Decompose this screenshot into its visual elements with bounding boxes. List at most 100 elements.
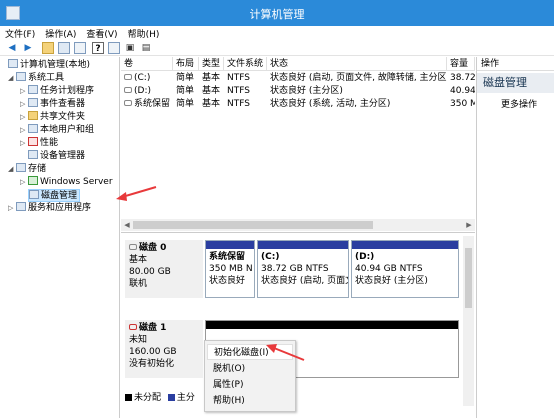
column-header-type[interactable]: 类型: [199, 57, 224, 71]
menu-help[interactable]: 帮助(H): [123, 26, 165, 40]
navigation-tree: 计算机管理(本地) ◢ 系统工具 ▷ 任务计划程序 ▷ 事件查看器 ▷ 共享文件夹 ▷ 本…: [6, 57, 120, 418]
partition-c[interactable]: (C:) 38.72 GB NTFS 状态良好 (启动, 页面文: [257, 240, 349, 298]
tree-item-windows-server-backup[interactable]: ▷ Windows Server: [20, 176, 113, 189]
vertical-scrollbar[interactable]: [463, 236, 474, 406]
refresh-icon[interactable]: [108, 42, 120, 54]
back-icon[interactable]: ◀: [6, 42, 18, 54]
tree-item-event-viewer[interactable]: ▷ 事件查看器: [20, 98, 85, 111]
unallocated-bar: [206, 321, 458, 329]
actions-header: 操作: [477, 57, 554, 71]
disk0-label[interactable]: 磁盘 0 基本 80.00 GB 联机: [125, 240, 203, 298]
expand-right-icon[interactable]: ▷: [20, 176, 28, 189]
annotation-arrow-icon: [116, 186, 157, 201]
menu-action[interactable]: 操作(A): [40, 26, 81, 40]
scroll-left-icon[interactable]: ◀: [121, 219, 133, 231]
column-header-volume[interactable]: 卷: [121, 57, 173, 71]
expand-right-icon[interactable]: ▷: [20, 111, 28, 124]
expand-down-icon[interactable]: ◢: [8, 72, 16, 85]
tree-item-performance[interactable]: ▷ 性能: [20, 137, 58, 150]
partition-system-reserved[interactable]: 系统保留 350 MB N 状态良好: [205, 240, 255, 298]
disk0-status: 联机: [129, 279, 148, 289]
computer-icon: [8, 59, 18, 68]
volume-list: 卷 布局 类型 文件系统 状态 容量 (C:) 简单 基本 NTFS 状态良好 …: [121, 57, 475, 233]
details-icon[interactable]: ▤: [140, 42, 152, 54]
tools-icon: [16, 72, 26, 81]
clock-icon: [28, 85, 38, 94]
export-icon[interactable]: ▣: [124, 42, 136, 54]
storage-icon: [16, 163, 26, 172]
backup-icon: [28, 176, 38, 185]
toolbar: ◀ ▶ ? ▣ ▤: [0, 40, 554, 56]
tree-item-disk-management[interactable]: 磁盘管理: [28, 189, 81, 202]
volume-icon: [124, 100, 132, 106]
up-folder-icon[interactable]: [42, 42, 54, 54]
disk-management-icon: [29, 190, 39, 199]
more-actions-link[interactable]: 更多操作: [501, 97, 537, 110]
column-header-filesystem[interactable]: 文件系统: [224, 57, 267, 71]
disk1-size: 160.00 GB: [129, 347, 177, 357]
disk-graphical-view: 磁盘 0 基本 80.00 GB 联机 系统保留 350 MB N 状态良好 (…: [121, 234, 475, 418]
device-manager-icon: [28, 150, 38, 159]
tree-item-local-users[interactable]: ▷ 本地用户和组: [20, 124, 94, 137]
primary-partition-bar: [206, 241, 254, 249]
tree-item-storage[interactable]: ◢ 存储: [8, 163, 46, 176]
column-header-layout[interactable]: 布局: [173, 57, 199, 71]
expand-right-icon[interactable]: ▷: [8, 202, 16, 215]
event-log-icon: [28, 98, 38, 107]
tree-item-device-manager[interactable]: 设备管理器: [28, 150, 85, 163]
expand-right-icon[interactable]: ▷: [20, 98, 28, 111]
primary-partition-swatch: [167, 394, 175, 401]
menu-view[interactable]: 查看(V): [81, 26, 122, 40]
disk0-type: 基本: [129, 255, 148, 265]
actions-section-disk-management[interactable]: 磁盘管理: [477, 73, 554, 93]
menu-file[interactable]: 文件(F): [0, 26, 40, 40]
menu-item-properties[interactable]: 属性(P): [207, 377, 293, 393]
performance-icon: [28, 137, 38, 146]
unallocated-swatch: [125, 394, 132, 401]
help-icon[interactable]: ?: [92, 42, 104, 54]
column-header-status[interactable]: 状态: [267, 57, 447, 71]
menu-item-help[interactable]: 帮助(H): [207, 393, 293, 409]
table-row[interactable]: (D:) 简单 基本 NTFS 状态良好 (主分区) 40.94: [121, 85, 475, 97]
column-header-capacity[interactable]: 容量: [447, 57, 475, 71]
table-row[interactable]: (C:) 简单 基本 NTFS 状态良好 (启动, 页面文件, 故障转储, 主分…: [121, 72, 475, 84]
menu-bar: 文件(F) 操作(A) 查看(V) 帮助(H): [0, 26, 554, 40]
disk1-status: 没有初始化: [129, 359, 175, 369]
disk0-size: 80.00 GB: [129, 267, 171, 277]
table-row[interactable]: 系统保留 简单 基本 NTFS 状态良好 (系统, 活动, 主分区) 350 M: [121, 98, 475, 110]
expand-down-icon[interactable]: ◢: [8, 163, 16, 176]
tree-item-shared-folders[interactable]: ▷ 共享文件夹: [20, 111, 85, 124]
volume-icon: [124, 74, 132, 80]
folder-icon: [28, 111, 38, 120]
disk1-label[interactable]: 磁盘 1 未知 160.00 GB 没有初始化: [125, 320, 203, 378]
window-title: 计算机管理: [249, 8, 305, 21]
primary-partition-bar: [352, 241, 458, 249]
annotation-arrow-icon: [266, 344, 305, 361]
primary-partition-bar: [258, 241, 348, 249]
disk0-name: 磁盘 0: [139, 243, 167, 253]
expand-right-icon[interactable]: ▷: [20, 85, 28, 98]
scrollbar-thumb[interactable]: [465, 248, 472, 308]
forward-icon[interactable]: ▶: [22, 42, 34, 54]
tree-item-system-tools[interactable]: ◢ 系统工具: [8, 72, 64, 85]
title-bar: 计算机管理: [0, 0, 554, 26]
tree-item-services-apps[interactable]: ▷ 服务和应用程序: [8, 202, 91, 215]
scrollbar-thumb[interactable]: [133, 221, 373, 229]
disk-error-icon: [129, 324, 137, 330]
services-icon: [16, 202, 26, 211]
expand-right-icon[interactable]: ▷: [20, 137, 28, 150]
show-tree-icon[interactable]: [58, 42, 70, 54]
disk-icon: [129, 244, 137, 250]
volume-icon: [124, 87, 132, 93]
horizontal-scrollbar[interactable]: ◀ ▶: [121, 219, 475, 231]
tree-item-root[interactable]: 计算机管理(本地): [8, 59, 90, 72]
actions-pane: 操作 磁盘管理 更多操作: [476, 57, 554, 418]
disk1-name: 磁盘 1: [139, 323, 167, 333]
list-header: 卷 布局 类型 文件系统 状态 容量: [121, 57, 475, 71]
tree-item-task-scheduler[interactable]: ▷ 任务计划程序: [20, 85, 94, 98]
scroll-right-icon[interactable]: ▶: [463, 219, 475, 231]
expand-right-icon[interactable]: ▷: [20, 124, 28, 137]
properties-icon[interactable]: [74, 42, 86, 54]
disk1-type: 未知: [129, 335, 148, 345]
partition-d[interactable]: (D:) 40.94 GB NTFS 状态良好 (主分区): [351, 240, 459, 298]
